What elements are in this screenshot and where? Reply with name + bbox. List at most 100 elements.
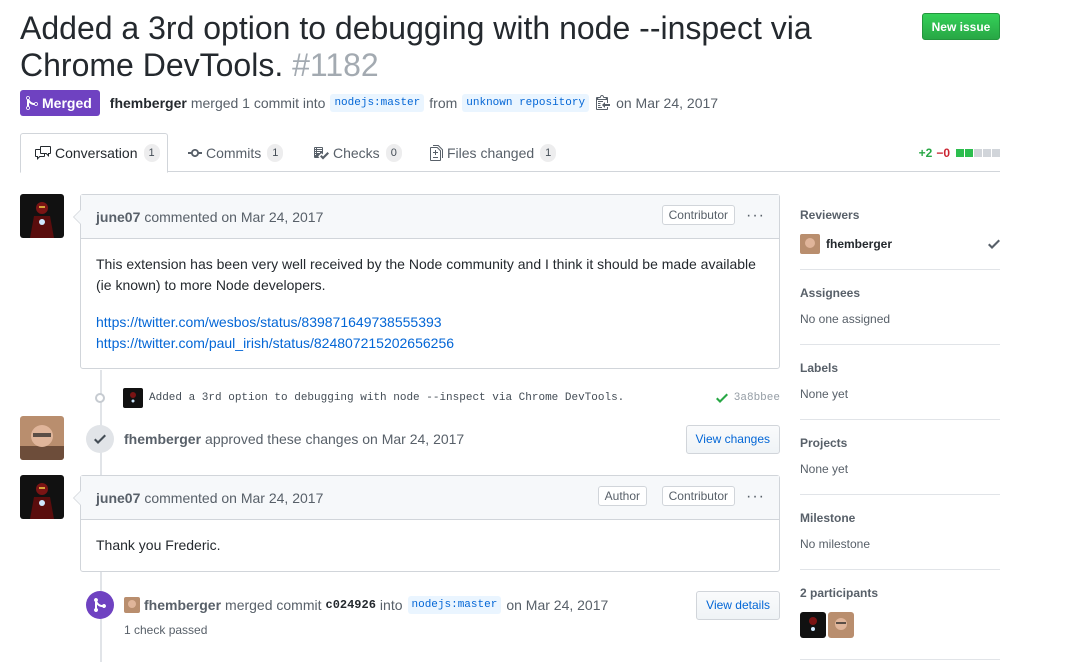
comment-box-1: june07 commented on Mar 24, 2017 Contrib…	[73, 194, 780, 369]
new-issue-button[interactable]: New issue	[922, 13, 1000, 40]
comment-text: This extension has been very well receiv…	[96, 256, 756, 293]
merge-icon	[94, 597, 106, 612]
reviewer-avatar	[800, 234, 820, 254]
pr-title-text: Added a 3rd option to debugging with nod…	[20, 10, 812, 83]
review-author[interactable]: fhemberger	[124, 431, 201, 447]
merge-branch[interactable]: nodejs:master	[407, 596, 502, 614]
comment-pointer	[73, 209, 81, 225]
comment-author[interactable]: june07	[96, 490, 140, 506]
merge-author-avatar[interactable]	[124, 597, 140, 613]
merge-author[interactable]: fhemberger	[144, 597, 221, 613]
diffstat[interactable]: +2 −0	[919, 133, 1000, 172]
reviewers-heading[interactable]: Reviewers	[800, 208, 1000, 222]
commit-dot-icon	[95, 393, 105, 403]
comment-timestamp[interactable]: commented on Mar 24, 2017	[144, 490, 323, 506]
merge-date: on Mar 24, 2017	[616, 95, 719, 111]
diffstat-block	[992, 148, 1000, 157]
view-details-button[interactable]: View details	[696, 590, 780, 620]
contributor-label: Contributor	[661, 205, 735, 225]
check-icon	[715, 393, 728, 403]
approved-check-icon	[988, 239, 1000, 249]
tab-checks[interactable]: Checks 0	[313, 133, 402, 172]
review-text: approved these changes on Mar 24, 2017	[205, 431, 465, 447]
sidebar-reviewers: Reviewers fhemberger	[800, 200, 1000, 270]
avatar-june07[interactable]	[20, 194, 64, 238]
comment-box-2: june07 commented on Mar 24, 2017 Author …	[73, 475, 780, 572]
merge-commit-sha[interactable]: c024926	[326, 598, 376, 612]
diffstat-deletions: −0	[936, 145, 950, 160]
reviewer-name: fhemberger	[826, 237, 893, 251]
sidebar-projects: Projects None yet	[800, 420, 1000, 495]
commit-author-avatar[interactable]	[123, 388, 143, 408]
view-changes-button[interactable]: View changes	[685, 424, 780, 454]
commit-sha[interactable]: 3a8bbee	[715, 390, 780, 406]
projects-heading[interactable]: Projects	[800, 436, 1000, 450]
participants-heading: 2 participants	[800, 586, 879, 600]
tab-commits-label: Commits	[206, 144, 262, 161]
comment-text: Thank you Frederic.	[96, 537, 221, 553]
pr-tabs: Conversation 1 Commits 1 Checks 0 Files …	[20, 133, 1000, 173]
tab-files-changed[interactable]: Files changed 1	[430, 133, 557, 172]
reviewer-item[interactable]: fhemberger	[800, 234, 1000, 254]
milestone-heading[interactable]: Milestone	[800, 511, 1000, 525]
pr-meta: Merged fhemberger merged 1 commit into n…	[20, 90, 718, 116]
diffstat-block	[965, 148, 973, 157]
merged-state-badge: Merged	[20, 90, 100, 116]
file-diff-icon	[430, 144, 443, 161]
sidebar-participants: 2 participants	[800, 570, 1000, 660]
assignees-heading[interactable]: Assignees	[800, 286, 1000, 300]
merged-state-label: Merged	[42, 95, 92, 111]
pr-author-link[interactable]: fhemberger	[110, 95, 187, 111]
avatar-fhemberger[interactable]	[20, 416, 64, 460]
sidebar-assignees: Assignees No one assigned	[800, 270, 1000, 345]
comment-timestamp[interactable]: commented on Mar 24, 2017	[144, 209, 323, 225]
merge-text-2: into	[379, 597, 403, 613]
comment-header: june07 commented on Mar 24, 2017 Author …	[81, 476, 779, 520]
contributor-label: Contributor	[661, 486, 735, 506]
tab-conversation[interactable]: Conversation 1	[20, 133, 168, 173]
head-branch[interactable]: unknown repository	[462, 94, 590, 112]
assignees-value: No one assigned	[800, 312, 891, 326]
tab-conversation-count: 1	[143, 144, 160, 162]
tab-files-changed-count: 1	[540, 143, 557, 162]
participant-avatar[interactable]	[800, 612, 826, 638]
tab-commits[interactable]: Commits 1	[188, 133, 284, 172]
pr-sidebar: Reviewers fhemberger Assignees No one as…	[800, 200, 1000, 660]
diffstat-block	[983, 148, 991, 157]
status-text-2: from	[429, 95, 458, 111]
check-icon	[94, 434, 106, 444]
comment-author[interactable]: june07	[96, 209, 140, 225]
commit-message[interactable]: Added a 3rd option to debugging with nod…	[149, 392, 624, 404]
merge-icon	[26, 95, 38, 111]
review-event: fhemberger approved these changes on Mar…	[86, 423, 780, 455]
diffstat-block	[956, 148, 964, 157]
pr-number: #1182	[292, 47, 379, 83]
tab-commits-count: 1	[267, 143, 284, 162]
comment-body: This extension has been very well receiv…	[81, 239, 779, 369]
clipboard-icon[interactable]	[596, 94, 611, 113]
comment-link-1[interactable]: https://twitter.com/wesbos/status/839871…	[96, 312, 764, 333]
avatar-june07[interactable]	[20, 475, 64, 519]
merge-text-1: merged commit	[225, 597, 322, 613]
pr-title: Added a 3rd option to debugging with nod…	[20, 10, 900, 84]
diffstat-blocks	[955, 148, 1000, 157]
checks-passed[interactable]: 1 check passed	[124, 623, 207, 637]
comment-pointer	[73, 490, 81, 506]
comment-link-2[interactable]: https://twitter.com/paul_irish/status/82…	[96, 333, 764, 354]
diffstat-block	[974, 148, 982, 157]
comment-header: june07 commented on Mar 24, 2017 Contrib…	[81, 195, 779, 239]
tab-files-changed-label: Files changed	[447, 144, 535, 161]
labels-heading[interactable]: Labels	[800, 361, 1000, 375]
merge-event: fhemberger merged commit c024926 into no…	[86, 590, 780, 620]
diffstat-additions: +2	[918, 145, 933, 160]
review-badge	[86, 425, 114, 453]
comment-body: Thank you Frederic.	[81, 520, 779, 571]
commit-sha-text: 3a8bbee	[733, 392, 780, 404]
tab-checks-count: 0	[385, 143, 402, 162]
base-branch[interactable]: nodejs:master	[330, 94, 425, 112]
more-options-icon[interactable]: ···	[746, 207, 765, 225]
merge-badge	[86, 591, 114, 619]
git-commit-icon	[188, 148, 202, 157]
more-options-icon[interactable]: ···	[746, 488, 765, 506]
participant-avatar[interactable]	[828, 612, 854, 638]
